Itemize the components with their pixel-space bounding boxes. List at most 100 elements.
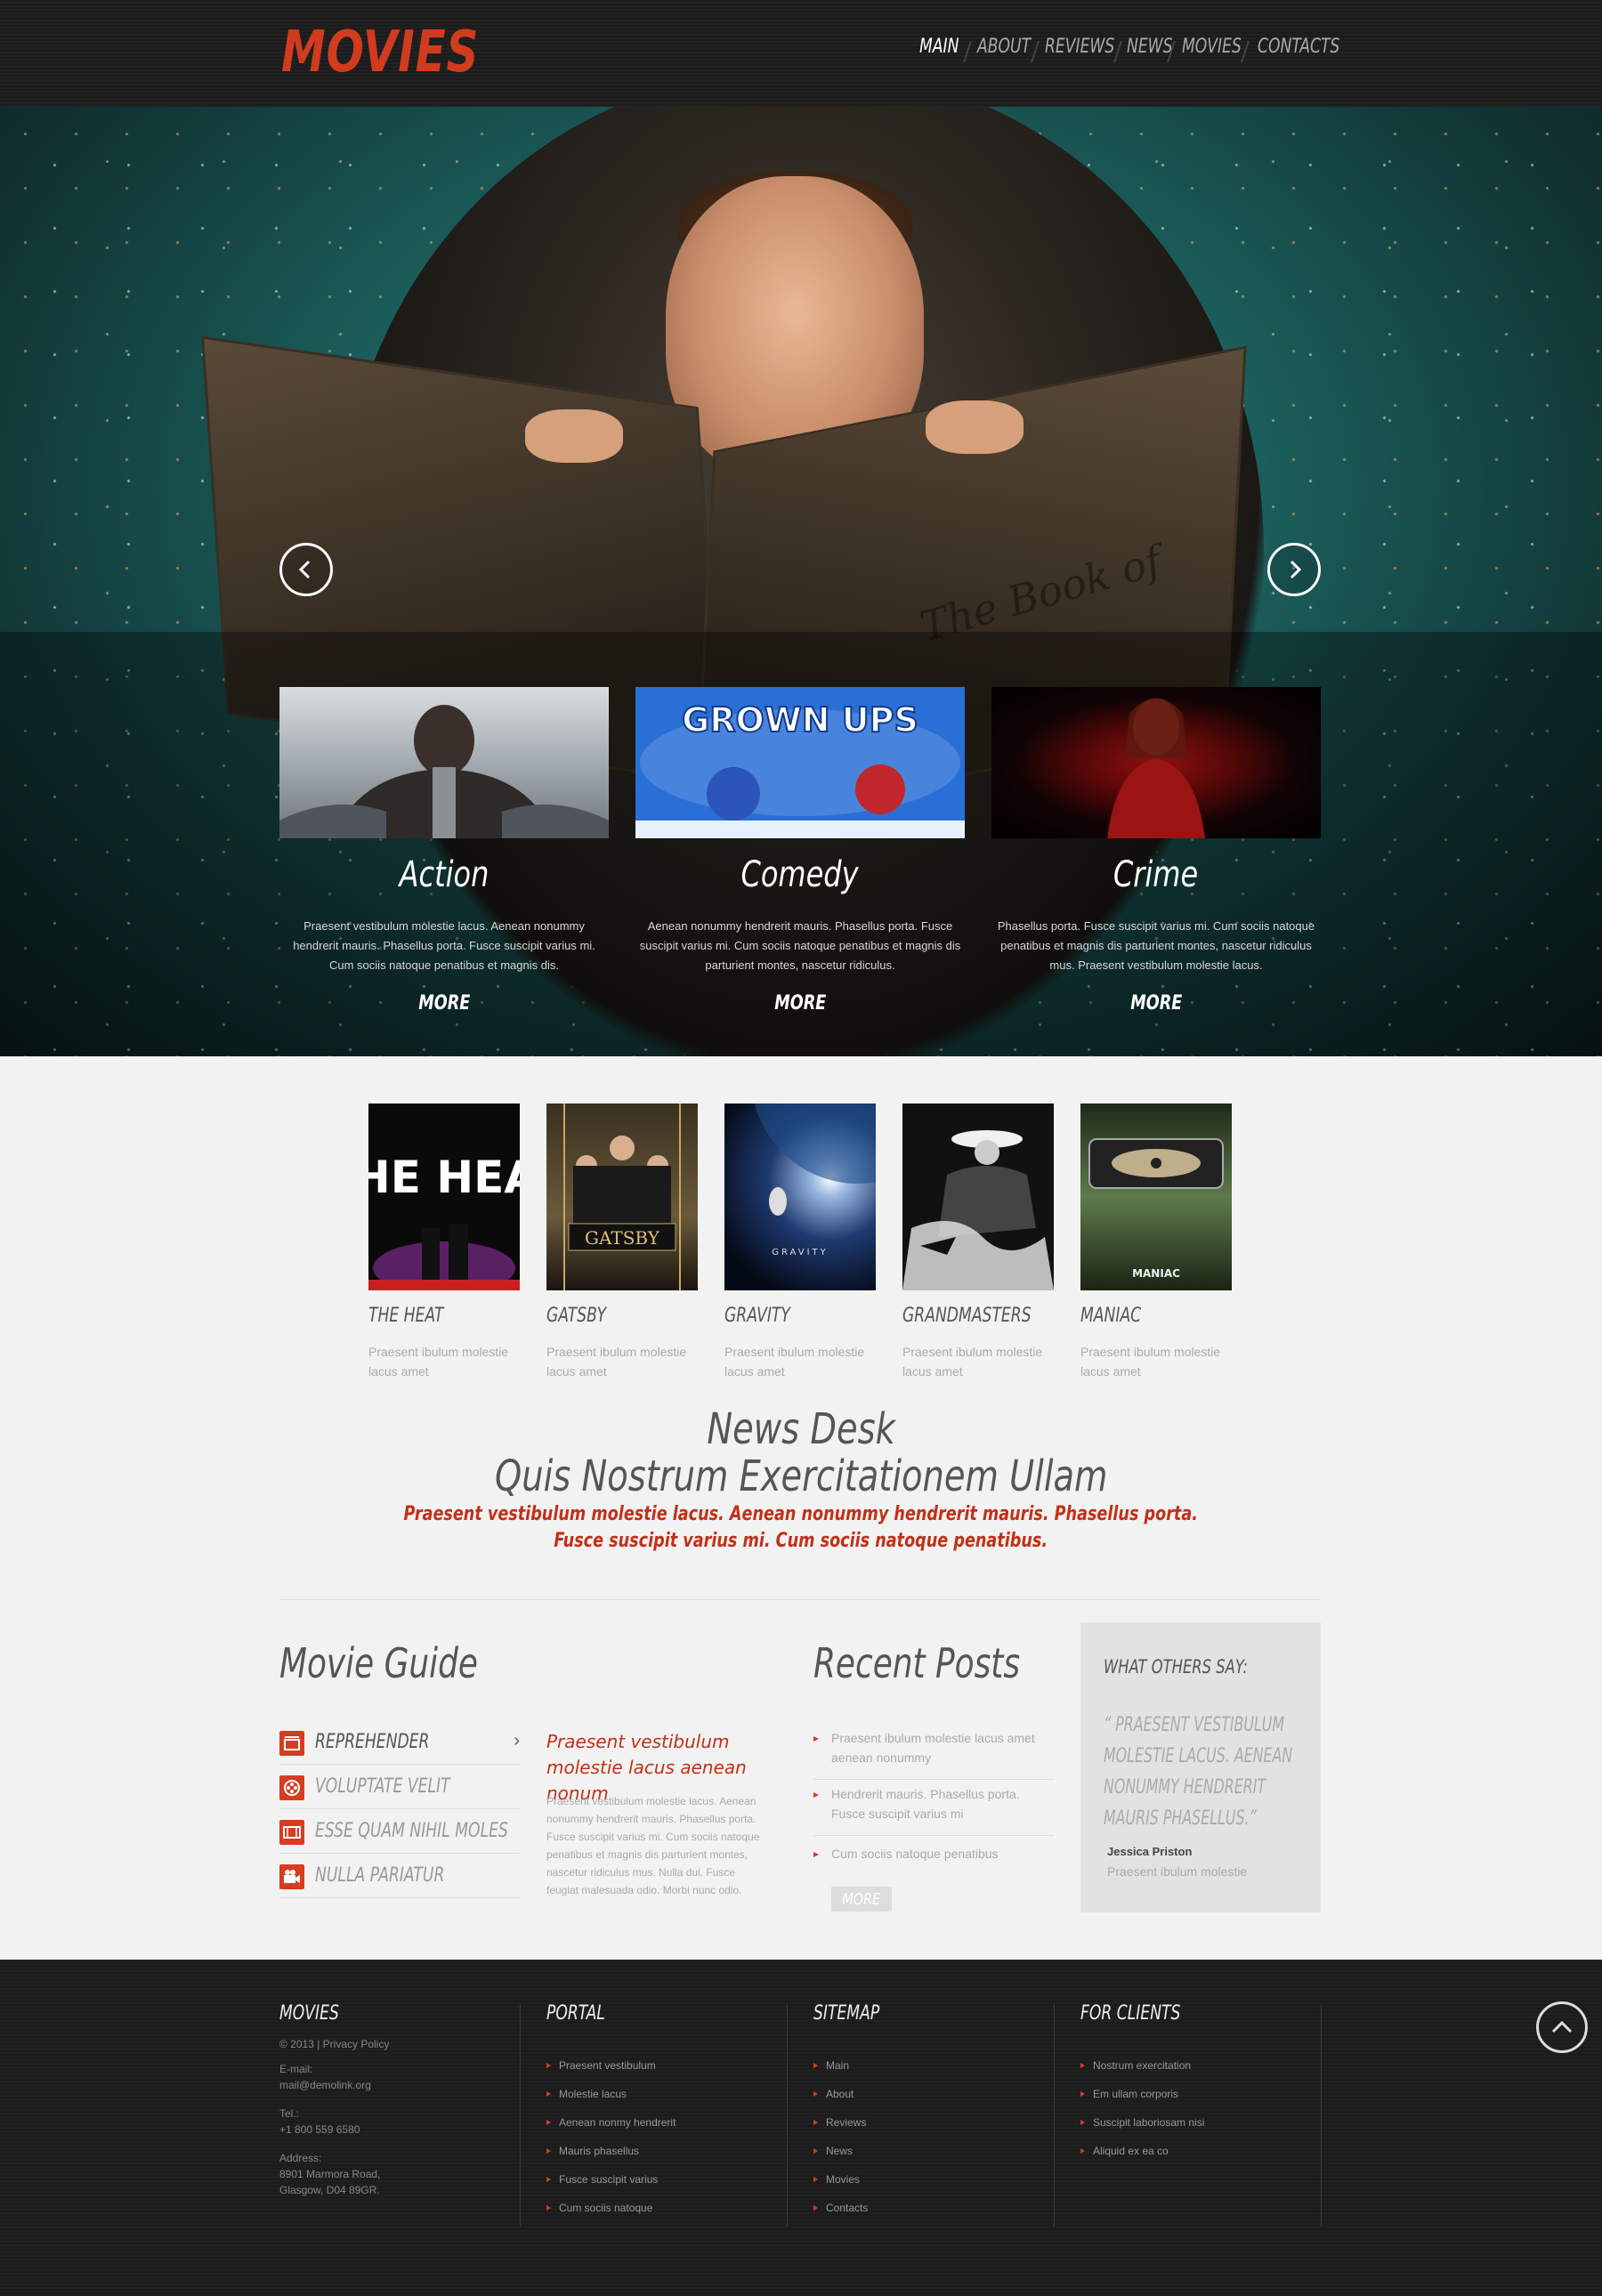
nav-separator <box>1113 41 1122 62</box>
grown-ups-poster-image: GROWN UPS <box>635 687 965 838</box>
footer-portal-title: PORTAL <box>546 2002 605 2025</box>
genre-image-comedy[interactable]: GROWN UPS <box>635 687 965 838</box>
news-desk-subtitle: Quis Nostrum Exercitationem Ullam <box>494 1451 1108 1501</box>
footer-copyright[interactable]: © 2013 | Privacy Policy <box>279 2038 389 2050</box>
guide-item-reprehender[interactable]: REPREHENDER › <box>279 1720 520 1765</box>
genre-more-comedy[interactable]: MORE <box>774 992 826 1015</box>
movie-camera-icon <box>279 1864 304 1889</box>
gravity-poster-text: GRAVITY <box>772 1248 829 1257</box>
footer-sitemap-title: SITEMAP <box>813 2002 880 2025</box>
hero-baby-hand <box>525 409 623 463</box>
scroll-to-top-button[interactable] <box>1536 2001 1588 2053</box>
footer-address-label: Address: <box>279 2152 322 2164</box>
hero-baby-hand <box>926 400 1024 454</box>
header: MOVIES MAIN ABOUT REVIEWS NEWS MOVIES CO… <box>0 0 1602 107</box>
movie-title-grandmasters[interactable]: GRANDMASTERS <box>902 1305 1032 1327</box>
footer-portal-link[interactable]: Aenean nonmy hendrerit <box>546 2116 676 2129</box>
genre-image-action[interactable] <box>279 687 609 838</box>
footer-company-title: MOVIES <box>279 2002 339 2025</box>
guide-item-esse-quam-nihil-moles[interactable]: ESSE QUAM NIHIL MOLES <box>279 1809 520 1854</box>
guide-item-voluptate-velit[interactable]: VOLUPTATE VELIT <box>279 1765 520 1809</box>
movie-desc-grandmasters: Praesent ibulum molestie lacus amet <box>902 1345 1043 1378</box>
footer-clients-link[interactable]: Nostrum exercitation <box>1080 2059 1191 2072</box>
nav-contacts[interactable]: CONTACTS <box>1258 36 1339 58</box>
footer-sitemap-link[interactable]: News <box>813 2145 853 2157</box>
footer-email-label: E-mail: <box>279 2063 313 2075</box>
nav-main[interactable]: MAIN <box>919 36 959 58</box>
footer-sitemap-link[interactable]: Main <box>813 2059 849 2072</box>
movie-poster-gatsby[interactable]: GATSBY <box>546 1104 698 1290</box>
clapperboard-icon <box>279 1731 304 1756</box>
movie-title-gatsby[interactable]: GATSBY <box>546 1305 606 1327</box>
footer-sitemap-link[interactable]: Movies <box>813 2173 860 2186</box>
recent-post-item[interactable]: Praesent ibulum molestie lacus amet aene… <box>813 1728 1054 1780</box>
guide-item-label: NULLA PARIATUR <box>315 1864 445 1887</box>
footer-portal-link[interactable]: Praesent vestibulum <box>546 2059 656 2072</box>
gravity-poster: GRAVITY <box>754 1104 876 1257</box>
grandmasters-poster <box>902 1130 1054 1290</box>
chevron-right-icon <box>1290 560 1302 579</box>
footer-tel-label: Tel.: <box>279 2107 300 2120</box>
footer-separator <box>1054 2004 1055 2227</box>
footer-portal-link[interactable]: Fusce suscipit varius <box>546 2173 658 2186</box>
comedy-image-text: GROWN UPS <box>682 700 918 740</box>
footer-col-clients: FOR CLIENTS Nostrum exercitation Em ulla… <box>1080 2002 1312 2225</box>
slider-next-button[interactable] <box>1267 543 1321 596</box>
guide-feature-text: Praesent vestibulum molestie lacus. Aene… <box>546 1795 760 1896</box>
movie-guide-title: Movie Guide <box>279 1639 478 1687</box>
genre-title-crime: Crime <box>1113 854 1199 895</box>
news-desk-text-line1: Praesent vestibulum molestie lacus. Aene… <box>403 1503 1199 1525</box>
footer-sitemap-link[interactable]: Contacts <box>813 2202 868 2214</box>
genre-card-action: Action Praesent vestibulum molestie lacu… <box>279 687 609 1056</box>
footer-clients-link[interactable]: Aliquid ex ea co <box>1080 2145 1169 2157</box>
site-logo[interactable]: MOVIES <box>281 20 479 85</box>
genre-image-crime[interactable] <box>991 687 1321 838</box>
testimonial-quote: “ PRAESENT VESTIBULUM MOLESTIE LACUS. AE… <box>1104 1710 1371 1834</box>
slider-prev-button[interactable] <box>279 543 333 596</box>
genre-more-crime[interactable]: MORE <box>1130 992 1182 1015</box>
news-desk-text-line2: Fusce suscipit varius mi. Cum sociis nat… <box>554 1530 1048 1552</box>
the-heat-poster-text: THE HEAT <box>368 1152 520 1203</box>
chevron-right-icon: › <box>514 1731 520 1750</box>
nav-movies[interactable]: MOVIES <box>1182 36 1242 58</box>
guide-item-nulla-pariatur[interactable]: NULLA PARIATUR <box>279 1854 520 1898</box>
recent-post-item[interactable]: Hendrerit mauris. Phasellus porta. Fusce… <box>813 1784 1054 1836</box>
nav-separator <box>1031 41 1040 62</box>
movie-poster-gravity[interactable]: GRAVITY <box>724 1104 876 1290</box>
recent-post-item[interactable]: Cum sociis natoque penatibus <box>813 1844 1054 1871</box>
movie-desc-gravity: Praesent ibulum molestie lacus amet <box>724 1345 865 1378</box>
genre-more-action[interactable]: MORE <box>418 992 470 1015</box>
footer-email[interactable]: mail@demolink.org <box>279 2079 371 2091</box>
nav-reviews[interactable]: REVIEWS <box>1045 36 1114 58</box>
movie-desc-the-heat: Praesent ibulum molestie lacus amet <box>368 1345 509 1378</box>
footer-clients-link[interactable]: Em ullam corporis <box>1080 2088 1178 2100</box>
movie-desc-gatsby: Praesent ibulum molestie lacus amet <box>546 1345 687 1378</box>
genre-text-action: Praesent vestibulum molestie lacus. Aene… <box>293 919 595 972</box>
nav-news[interactable]: NEWS <box>1127 36 1173 58</box>
gatsby-poster-text: GATSBY <box>585 1227 660 1249</box>
footer-clients-link[interactable]: Suscipit laboriosam nisi <box>1080 2116 1204 2129</box>
recent-posts-more-button[interactable]: MORE <box>831 1887 892 1912</box>
footer-address-line1: 8901 Marmora Road, <box>279 2168 381 2180</box>
movie-title-gravity[interactable]: GRAVITY <box>724 1305 790 1327</box>
testimonial-role: Praesent ibulum molestie <box>1107 1864 1248 1879</box>
more-button-label: MORE <box>842 1890 881 1909</box>
footer-col-sitemap: SITEMAP Main About Reviews News Movies C… <box>813 2002 1045 2225</box>
footer-col-portal: PORTAL Praesent vestibulum Molestie lacu… <box>546 2002 778 2225</box>
movie-poster-the-heat[interactable]: THE HEAT <box>368 1104 520 1290</box>
footer-portal-link[interactable]: Mauris phasellus <box>546 2145 639 2157</box>
genre-title-action: Action <box>399 854 490 895</box>
footer-sitemap-link[interactable]: Reviews <box>813 2116 866 2129</box>
footer-sitemap-link[interactable]: About <box>813 2088 854 2100</box>
footer-portal-link[interactable]: Cum sociis natoque <box>546 2202 652 2214</box>
movie-title-the-heat[interactable]: THE HEAT <box>368 1305 443 1327</box>
movie-poster-grandmasters[interactable] <box>902 1104 1054 1290</box>
footer-portal-link[interactable]: Molestie lacus <box>546 2088 627 2100</box>
movie-poster-maniac[interactable]: MANIAC <box>1080 1104 1232 1290</box>
robot-back-image <box>279 705 609 838</box>
nav-about[interactable]: ABOUT <box>977 36 1031 58</box>
footer-separator <box>520 2004 521 2227</box>
main-nav: MAIN ABOUT REVIEWS NEWS MOVIES CONTACTS <box>917 36 1339 66</box>
chevron-left-icon <box>298 560 311 579</box>
movie-title-maniac[interactable]: MANIAC <box>1080 1305 1141 1327</box>
